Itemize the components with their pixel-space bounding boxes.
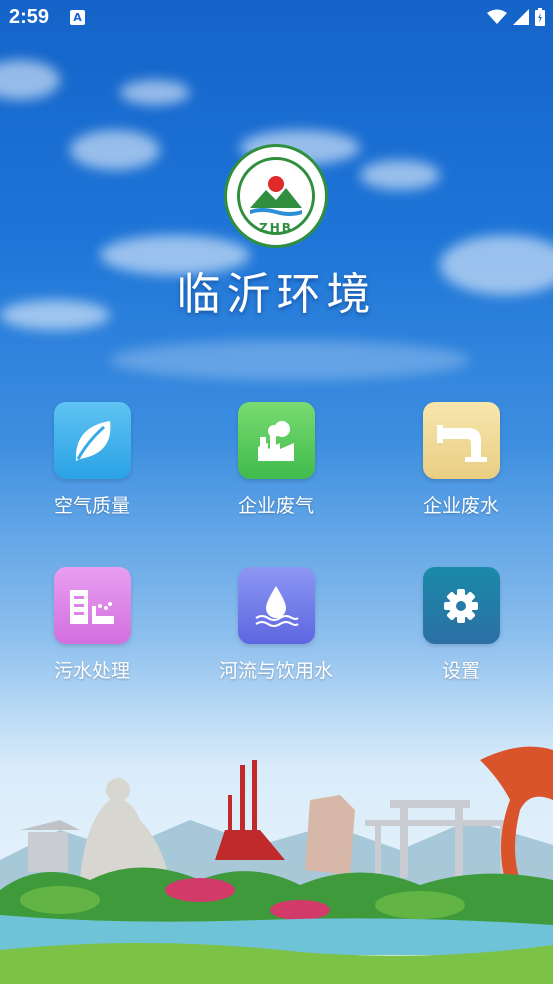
menu-label: 污水处理	[53, 660, 130, 682]
status-time: 2:59	[9, 6, 50, 28]
signal-icon	[513, 9, 529, 25]
menu-enterprise-water[interactable]: 企业废水	[386, 402, 536, 518]
cloud	[110, 340, 470, 380]
menu-label: 企业废水	[422, 495, 499, 517]
menu-air-quality[interactable]: 空气质量	[17, 402, 167, 518]
menu-label: 河流与饮用水	[218, 660, 333, 682]
leaf-icon	[75, 420, 111, 461]
cloud	[360, 160, 440, 190]
menu-label: 空气质量	[53, 495, 130, 517]
menu-label: 企业废气	[237, 495, 314, 517]
settings-tile[interactable]	[422, 567, 500, 644]
app-title: 临沂环境	[176, 269, 377, 320]
sewage-plant-icon	[70, 589, 114, 624]
logo-text: ZHB	[259, 221, 293, 235]
enterprise-water-tile[interactable]	[422, 402, 500, 479]
enterprise-gas-tile[interactable]	[237, 402, 315, 479]
air-quality-tile[interactable]	[53, 402, 131, 479]
notification-icon: A	[70, 10, 85, 25]
menu-settings[interactable]: 设置	[386, 567, 536, 683]
cloud	[70, 130, 160, 170]
menu-enterprise-gas[interactable]: 企业废气	[201, 402, 351, 518]
status-icons	[487, 8, 545, 26]
sewage-treatment-tile[interactable]	[53, 567, 131, 644]
menu-sewage-treatment[interactable]: 污水处理	[17, 567, 167, 683]
status-bar: 2:59 A	[0, 0, 553, 36]
factory-icon	[258, 420, 294, 461]
pipe-icon	[437, 424, 487, 462]
menu-label: 设置	[441, 660, 480, 682]
water-drop-icon	[255, 585, 299, 627]
landmark-scenery	[0, 746, 553, 984]
cloud	[120, 80, 190, 105]
cloud	[0, 60, 60, 100]
battery-icon	[535, 8, 545, 26]
menu-river-drinking-water[interactable]: 河流与饮用水	[201, 567, 351, 683]
app-logo: ZHB	[224, 144, 328, 248]
river-water-tile[interactable]	[237, 567, 315, 644]
wifi-icon	[487, 9, 507, 24]
gear-icon	[444, 588, 478, 623]
